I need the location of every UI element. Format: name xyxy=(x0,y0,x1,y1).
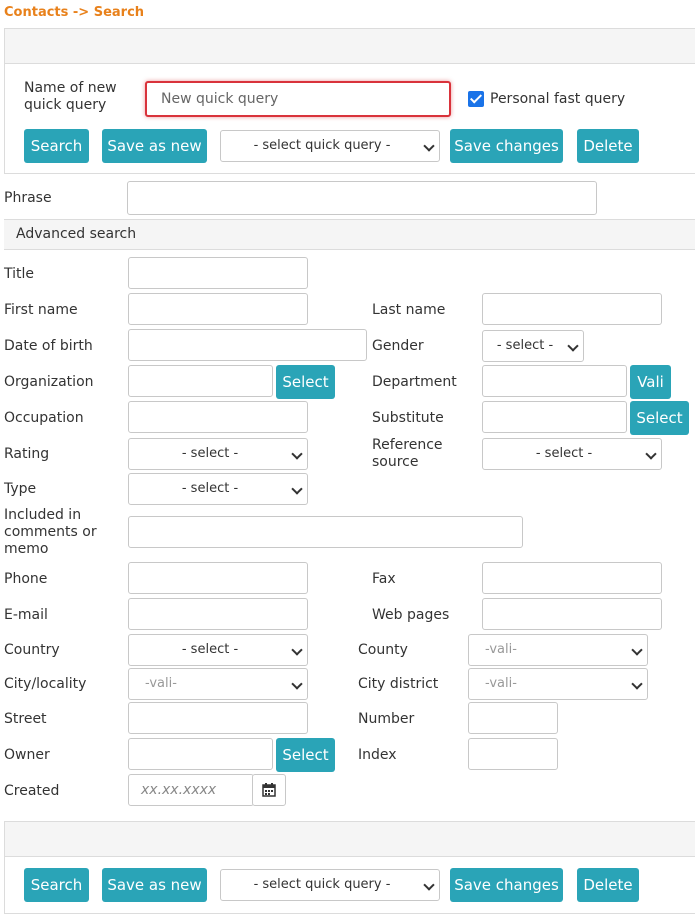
included-in-comments-label: Included in comments or memo xyxy=(4,507,97,557)
date-of-birth-label: Date of birth xyxy=(4,338,93,354)
city-district-select-value: -vali- xyxy=(485,676,517,691)
type-select[interactable]: - select - xyxy=(128,473,308,505)
department-select-button[interactable]: Vali xyxy=(630,365,671,399)
reference-source-label: Reference source xyxy=(372,437,443,470)
city-locality-select[interactable]: -vali- xyxy=(128,668,308,700)
save-as-new-button-bottom[interactable]: Save as new xyxy=(102,868,207,902)
department-input[interactable] xyxy=(482,365,627,397)
query-name-label: Name of new quick query xyxy=(24,80,117,113)
reference-source-select[interactable]: - select - xyxy=(482,438,662,470)
department-label: Department xyxy=(372,374,457,390)
rating-select-value: - select - xyxy=(181,446,239,461)
city-district-select[interactable]: -vali- xyxy=(468,668,648,700)
quick-query-select-bottom-value: - select quick query - xyxy=(253,877,391,892)
chevron-down-icon xyxy=(291,678,303,690)
street-label: Street xyxy=(4,711,47,727)
delete-button-bottom[interactable]: Delete xyxy=(577,868,639,902)
index-input[interactable] xyxy=(468,738,558,770)
created-date-input[interactable]: xx.xx.xxxx xyxy=(128,774,254,806)
search-button-bottom[interactable]: Search xyxy=(24,868,89,902)
quick-query-select-bottom[interactable]: - select quick query - xyxy=(220,869,440,901)
advanced-search-header: Advanced search xyxy=(4,219,695,250)
panel-header xyxy=(5,822,695,857)
county-label: County xyxy=(358,642,408,658)
personal-query-checkbox[interactable] xyxy=(468,91,484,107)
city-district-label: City district xyxy=(358,676,439,692)
county-select-value: -vali- xyxy=(485,642,517,657)
title-input[interactable] xyxy=(128,257,308,289)
chevron-down-icon xyxy=(291,483,303,495)
save-changes-button[interactable]: Save changes xyxy=(450,129,563,163)
chevron-down-icon xyxy=(291,644,303,656)
organization-label: Organization xyxy=(4,374,94,390)
type-select-value: - select - xyxy=(181,481,239,496)
chevron-down-icon xyxy=(291,448,303,460)
fax-input[interactable] xyxy=(482,562,662,594)
fax-label: Fax xyxy=(372,571,396,587)
first-name-label: First name xyxy=(4,302,78,318)
city-locality-label: City/locality xyxy=(4,676,87,692)
street-input[interactable] xyxy=(128,702,308,734)
included-in-comments-input[interactable] xyxy=(128,516,523,548)
rating-select[interactable]: - select - xyxy=(128,438,308,470)
panel-header xyxy=(5,29,695,64)
country-select[interactable]: - select - xyxy=(128,634,308,666)
chevron-down-icon xyxy=(631,644,643,656)
occupation-label: Occupation xyxy=(4,410,84,426)
gender-select[interactable]: - select - xyxy=(482,330,584,362)
calendar-button[interactable] xyxy=(252,774,286,806)
title-label: Title xyxy=(4,266,35,282)
occupation-input[interactable] xyxy=(128,401,308,433)
owner-select-button[interactable]: Select xyxy=(276,738,335,772)
delete-button[interactable]: Delete xyxy=(577,129,639,163)
advanced-search-title: Advanced search xyxy=(16,226,137,242)
county-select[interactable]: -vali- xyxy=(468,634,648,666)
chevron-down-icon xyxy=(645,448,657,460)
created-label: Created xyxy=(4,783,60,799)
phrase-input[interactable] xyxy=(127,181,597,215)
index-label: Index xyxy=(358,747,397,763)
query-name-input[interactable]: New quick query xyxy=(145,81,451,117)
reference-source-select-value: - select - xyxy=(535,446,593,461)
country-select-value: - select - xyxy=(181,642,239,657)
rating-label: Rating xyxy=(4,446,50,462)
substitute-select-button[interactable]: Select xyxy=(630,401,689,435)
organization-input[interactable] xyxy=(128,365,273,397)
date-of-birth-input[interactable] xyxy=(128,329,367,361)
gender-select-value: - select - xyxy=(496,338,554,353)
phrase-label: Phrase xyxy=(4,190,52,206)
owner-label: Owner xyxy=(4,747,50,763)
quick-query-select-value: - select quick query - xyxy=(253,138,391,153)
owner-input[interactable] xyxy=(128,738,273,770)
number-label: Number xyxy=(358,711,415,727)
gender-label: Gender xyxy=(372,338,424,354)
web-pages-label: Web pages xyxy=(372,607,450,623)
calendar-icon xyxy=(262,783,276,797)
search-button[interactable]: Search xyxy=(24,129,89,163)
number-input[interactable] xyxy=(468,702,558,734)
web-pages-input[interactable] xyxy=(482,598,662,630)
organization-select-button[interactable]: Select xyxy=(276,365,335,399)
email-input[interactable] xyxy=(128,598,308,630)
last-name-input[interactable] xyxy=(482,293,662,325)
phone-input[interactable] xyxy=(128,562,308,594)
breadcrumb: Contacts -> Search xyxy=(4,5,145,20)
phone-label: Phone xyxy=(4,571,48,587)
country-label: Country xyxy=(4,642,60,658)
save-changes-button-bottom[interactable]: Save changes xyxy=(450,868,563,902)
type-label: Type xyxy=(4,481,37,497)
email-label: E-mail xyxy=(4,607,48,623)
chevron-down-icon xyxy=(423,140,435,152)
last-name-label: Last name xyxy=(372,302,446,318)
first-name-input[interactable] xyxy=(128,293,308,325)
chevron-down-icon xyxy=(567,340,579,352)
city-locality-select-value: -vali- xyxy=(145,676,177,691)
quick-query-select[interactable]: - select quick query - xyxy=(220,130,440,162)
personal-query-label: Personal fast query xyxy=(490,91,626,107)
substitute-input[interactable] xyxy=(482,401,627,433)
chevron-down-icon xyxy=(631,678,643,690)
save-as-new-button[interactable]: Save as new xyxy=(102,129,207,163)
substitute-label: Substitute xyxy=(372,410,444,426)
chevron-down-icon xyxy=(423,879,435,891)
